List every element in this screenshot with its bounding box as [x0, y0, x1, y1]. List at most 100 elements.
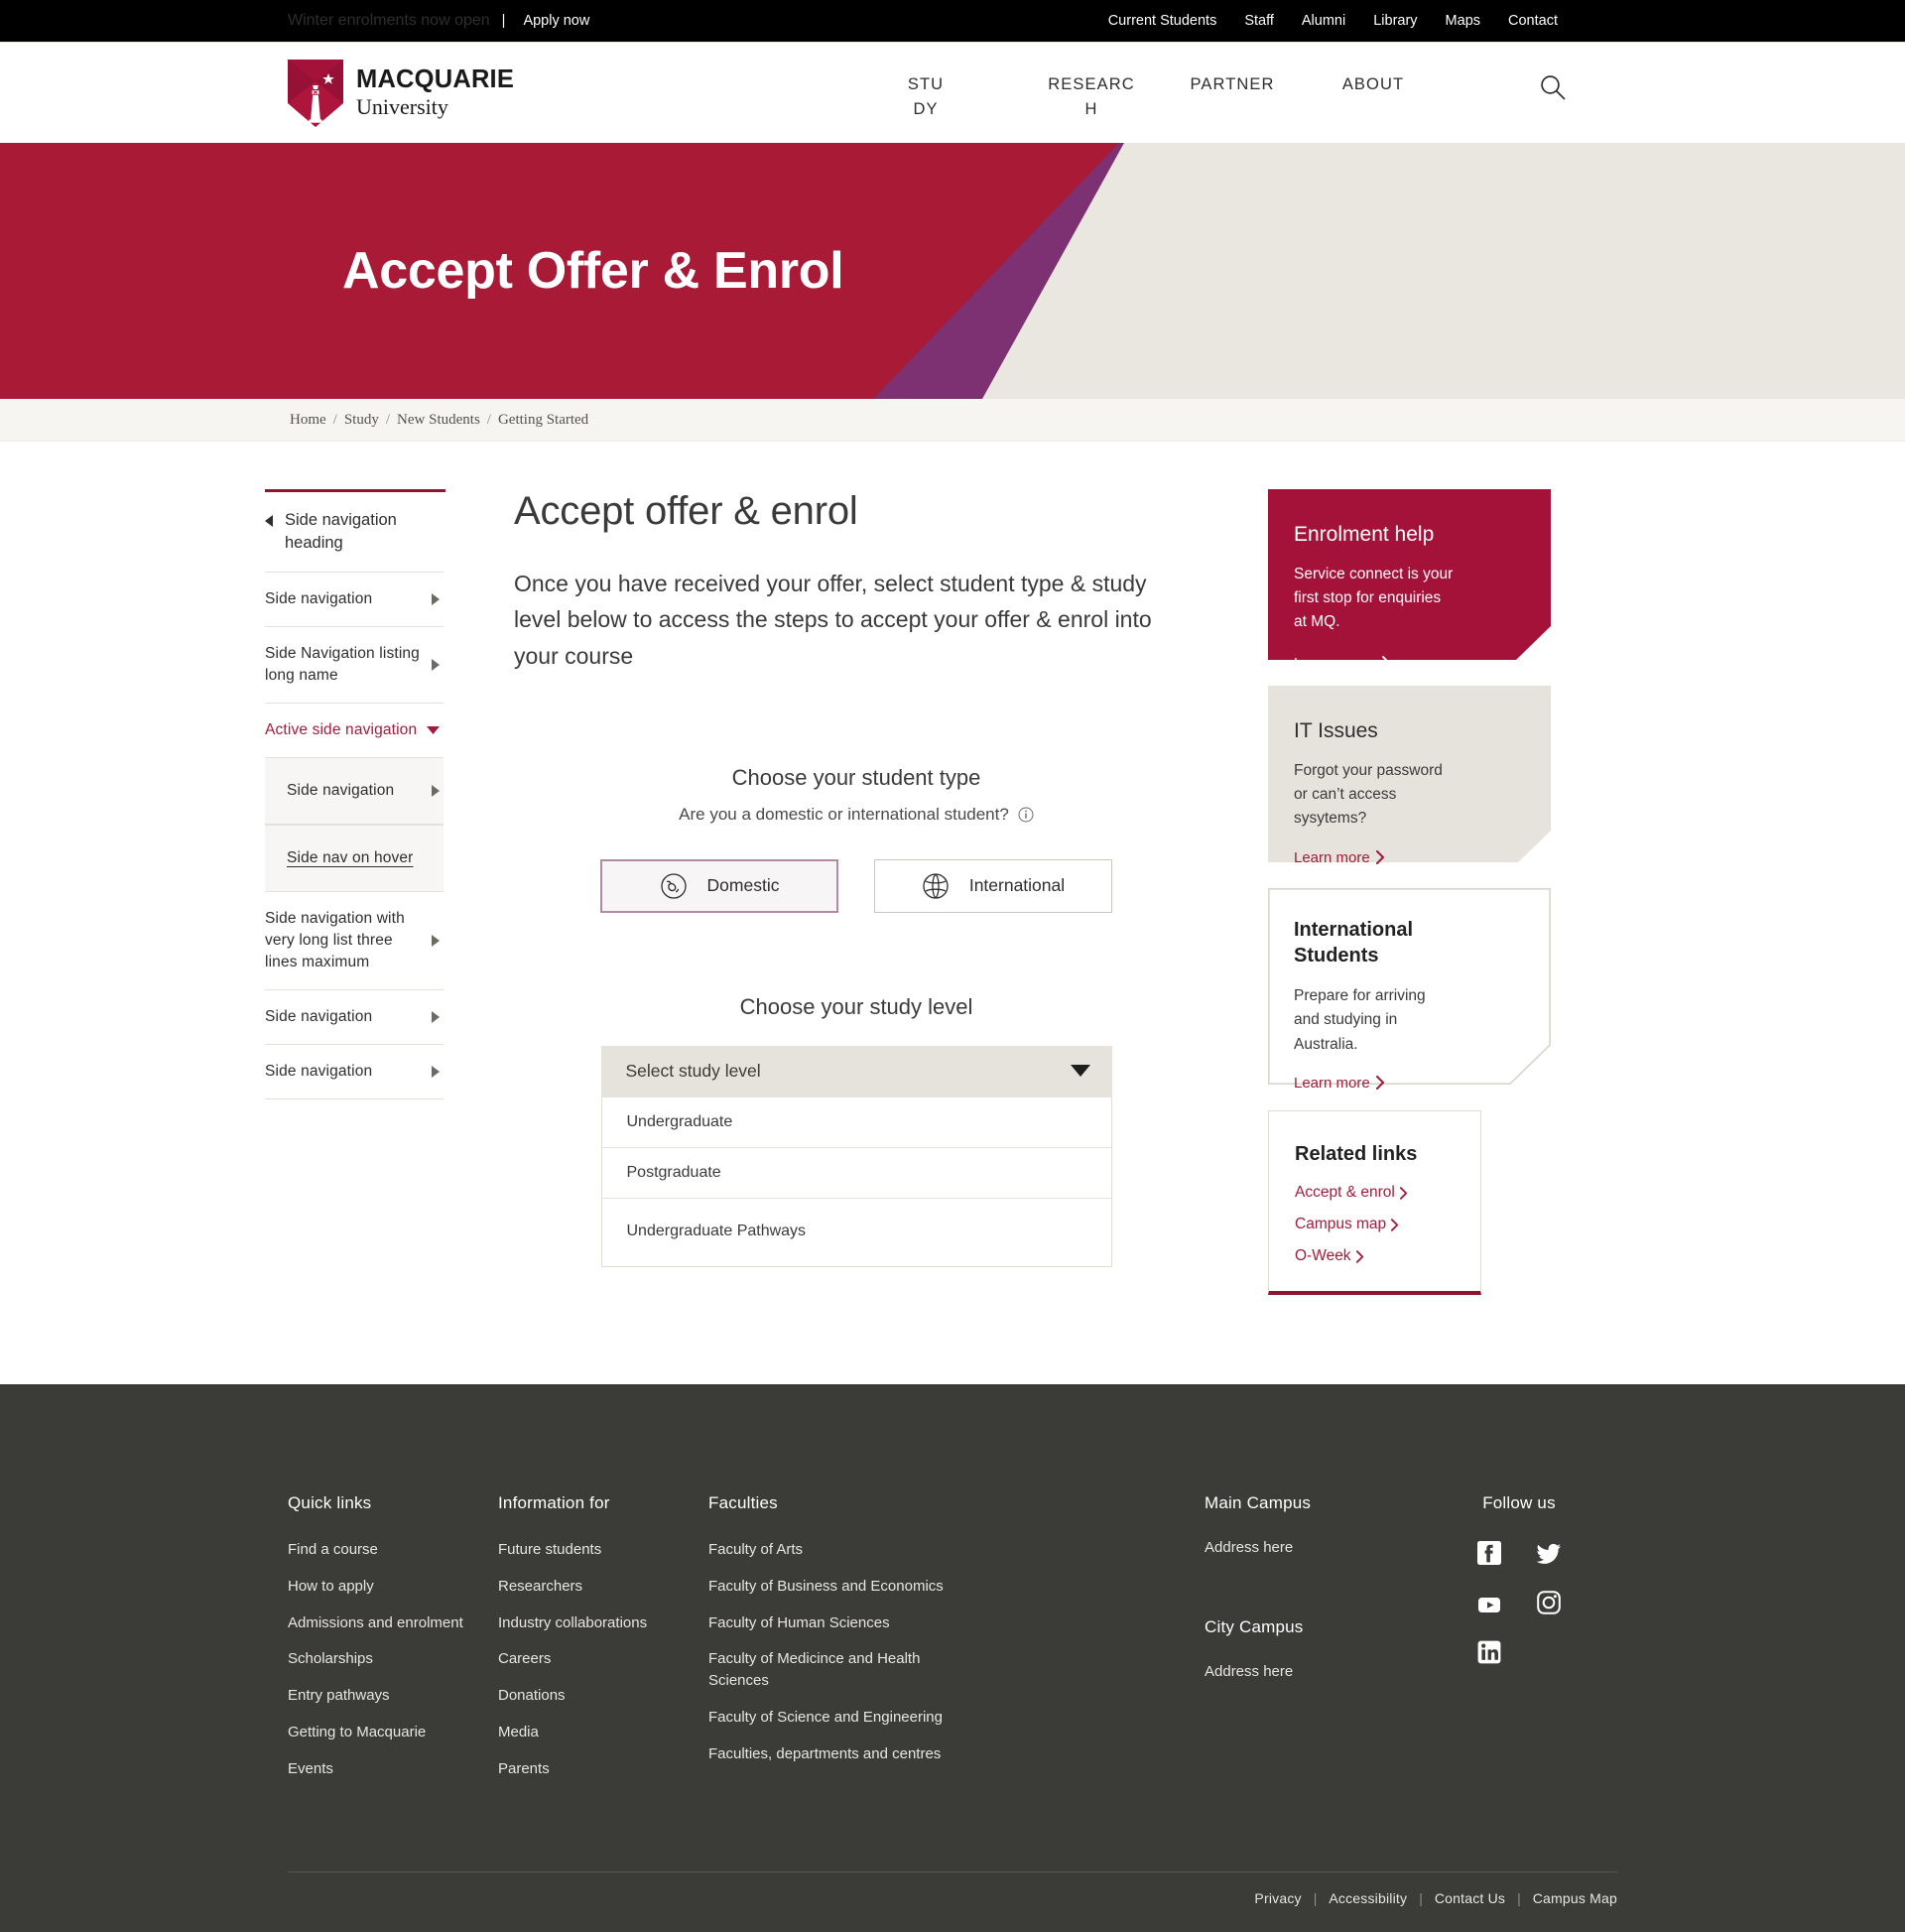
twitter-icon[interactable]	[1535, 1539, 1563, 1567]
study-level-option-undergraduate[interactable]: Undergraduate	[601, 1097, 1111, 1148]
card-title: IT Issues	[1294, 719, 1378, 742]
hero-banner: Accept Offer & Enrol	[0, 143, 1905, 399]
breadcrumb-item-home[interactable]: Home	[290, 412, 326, 429]
footer-link-faculty-of-science-and-engineering[interactable]: Faculty of Science and Engineering	[708, 1707, 1205, 1729]
footer-campus-address-main: Address here	[1205, 1539, 1294, 1556]
footer-link-industry-collaborations[interactable]: Industry collaborations	[498, 1612, 708, 1634]
related-link-label: O-Week	[1295, 1247, 1351, 1264]
sidenav-item-5[interactable]: Side navigation	[265, 1045, 444, 1099]
chevron-right-icon	[1355, 1249, 1363, 1263]
nav-item-partner[interactable]: PARTNER	[1185, 72, 1280, 97]
logo-text-university: University	[356, 93, 448, 119]
search-icon[interactable]	[1540, 74, 1566, 100]
footer-bottom-link-campus-map[interactable]: Campus Map	[1533, 1890, 1617, 1906]
card-enrolment-help[interactable]: Enrolment help Service connect is your f…	[1268, 489, 1551, 672]
linkedin-icon[interactable]	[1475, 1638, 1503, 1666]
card-learn-more-link[interactable]: Learn more	[1294, 1075, 1385, 1092]
student-type-international-button[interactable]: International	[874, 858, 1112, 913]
study-level-option-undergraduate-pathways[interactable]: Undergraduate Pathways	[602, 1199, 1111, 1266]
caret-right-icon	[432, 934, 440, 947]
caret-down-icon	[427, 726, 440, 735]
student-type-subtitle: Are you a domestic or international stud…	[679, 804, 1009, 824]
footer-link-faculty-of-arts[interactable]: Faculty of Arts	[708, 1539, 1205, 1561]
card-related-links: Related links Accept & enrol Campus map …	[1268, 1110, 1481, 1295]
site-header: MACQUARIE University STUDY RESEARCH PART…	[0, 43, 1905, 143]
card-it-issues[interactable]: IT Issues Forgot your password or can’t …	[1268, 686, 1551, 866]
sidenav-item-3[interactable]: Side navigation with very long list thre…	[265, 892, 444, 990]
footer-link-faculty-of-medicine-and-health-sciences[interactable]: Faculty of Medicince and Health Sciences	[708, 1648, 942, 1692]
card-learn-more-link[interactable]: Learn more	[1294, 655, 1391, 672]
footer-bottom-link-accessibility[interactable]: Accessibility	[1329, 1890, 1407, 1906]
footer-column-campuses: Main Campus Address here City Campus Add…	[1205, 1493, 1421, 1794]
footer-link-getting-to-macquarie[interactable]: Getting to Macquarie	[288, 1722, 498, 1743]
site-footer: Quick links Find a course How to apply A…	[0, 1384, 1905, 1932]
utility-link-alumni[interactable]: Alumni	[1302, 13, 1345, 29]
youtube-icon[interactable]	[1475, 1589, 1503, 1616]
footer-link-future-students[interactable]: Future students	[498, 1539, 708, 1561]
chevron-right-icon	[1375, 1076, 1384, 1091]
footer-link-donations[interactable]: Donations	[498, 1685, 708, 1707]
utility-link-contact[interactable]: Contact	[1508, 13, 1558, 29]
sidenav-subitem-1[interactable]: Side navigation	[287, 758, 444, 824]
apply-now-link[interactable]: Apply now	[523, 13, 589, 29]
breadcrumb-separator: /	[332, 411, 337, 428]
footer-link-parents[interactable]: Parents	[498, 1758, 708, 1780]
study-level-select[interactable]: Select study level	[600, 1045, 1112, 1097]
footer-link-researchers[interactable]: Researchers	[498, 1576, 708, 1598]
globe-world-icon	[923, 873, 949, 899]
instagram-icon[interactable]	[1535, 1589, 1563, 1616]
study-level-section: Choose your study level Select study lev…	[514, 994, 1199, 1267]
utility-link-maps[interactable]: Maps	[1446, 13, 1480, 29]
footer-link-faculty-of-human-sciences[interactable]: Faculty of Human Sciences	[708, 1612, 1205, 1634]
study-level-options-list: Undergraduate Postgraduate Undergraduate…	[600, 1096, 1112, 1267]
footer-link-entry-pathways[interactable]: Entry pathways	[288, 1685, 498, 1707]
card-link-label: Learn more	[1294, 848, 1370, 866]
caret-right-icon	[432, 592, 440, 605]
sidenav-heading[interactable]: Side navigation heading	[265, 492, 444, 573]
chevron-down-icon	[1070, 1065, 1090, 1078]
footer-bottom-separator: |	[1419, 1890, 1423, 1907]
sidenav-item-1[interactable]: Side navigation	[265, 573, 444, 627]
site-logo[interactable]: MACQUARIE University	[288, 59, 514, 127]
related-link-o-week[interactable]: O-Week	[1295, 1247, 1455, 1265]
footer-link-admissions-and-enrolment[interactable]: Admissions and enrolment	[288, 1612, 498, 1634]
caret-right-icon	[432, 1010, 440, 1023]
footer-link-find-a-course[interactable]: Find a course	[288, 1539, 498, 1561]
footer-link-faculty-of-business-and-economics[interactable]: Faculty of Business and Economics	[708, 1576, 1205, 1598]
sidenav-subitem-group-hover: Side nav on hover	[265, 824, 444, 892]
footer-bottom-link-contact-us[interactable]: Contact Us	[1435, 1890, 1505, 1906]
breadcrumb: Home / Study / New Students / Getting St…	[0, 399, 1905, 442]
sidenav-subitem-2-hover[interactable]: Side nav on hover	[287, 826, 444, 891]
footer-link-scholarships[interactable]: Scholarships	[288, 1648, 498, 1670]
student-type-domestic-button[interactable]: Domestic	[600, 858, 838, 913]
facebook-icon[interactable]	[1475, 1539, 1503, 1567]
right-sidebar: Enrolment help Service connect is your f…	[1199, 489, 1551, 1295]
card-learn-more-link[interactable]: Learn more	[1294, 849, 1385, 866]
sidenav-item-active[interactable]: Active side navigation	[265, 704, 444, 758]
utility-link-staff[interactable]: Staff	[1244, 13, 1274, 29]
breadcrumb-item-new-students[interactable]: New Students	[397, 412, 480, 429]
related-link-accept-enrol[interactable]: Accept & enrol	[1295, 1184, 1455, 1202]
footer-bottom-link-privacy[interactable]: Privacy	[1254, 1890, 1301, 1906]
footer-link-faculties-departments-and-centres[interactable]: Faculties, departments and centres	[708, 1743, 1205, 1765]
breadcrumb-item-study[interactable]: Study	[344, 412, 379, 429]
utility-link-library[interactable]: Library	[1373, 13, 1417, 29]
nav-item-about[interactable]: ABOUT	[1326, 72, 1421, 97]
main-content: Accept offer & enrol Once you have recei…	[444, 489, 1199, 1267]
related-link-campus-map[interactable]: Campus map	[1295, 1216, 1455, 1233]
footer-link-media[interactable]: Media	[498, 1722, 708, 1743]
footer-link-careers[interactable]: Careers	[498, 1648, 708, 1670]
chevron-right-icon	[1381, 656, 1390, 670]
nav-item-study[interactable]: STUDY	[903, 72, 949, 122]
footer-link-how-to-apply[interactable]: How to apply	[288, 1576, 498, 1598]
chevron-right-icon	[1391, 1218, 1399, 1231]
card-international-students[interactable]: International Students Prepare for arriv…	[1268, 888, 1551, 1092]
utility-link-current-students[interactable]: Current Students	[1108, 13, 1217, 29]
nav-item-research[interactable]: RESEARCH	[1044, 72, 1139, 122]
study-level-option-postgraduate[interactable]: Postgraduate	[601, 1148, 1111, 1199]
sidenav-item-4[interactable]: Side navigation	[265, 990, 444, 1045]
sidenav-item-2[interactable]: Side Navigation listing long name	[265, 627, 444, 704]
footer-link-events[interactable]: Events	[288, 1758, 498, 1780]
sidenav-item-label: Side navigation	[265, 589, 373, 607]
info-circle-icon[interactable]	[1018, 807, 1034, 823]
